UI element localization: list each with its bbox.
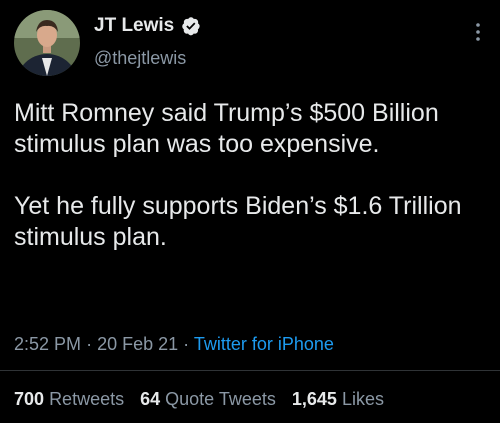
- tweet-text: Mitt Romney said Trump’s $500 Billion st…: [14, 98, 484, 253]
- display-name[interactable]: JT Lewis: [94, 14, 174, 38]
- retweets-label: Retweets: [49, 389, 125, 409]
- tweet-paragraph: Mitt Romney said Trump’s $500 Billion st…: [14, 99, 439, 158]
- tweet-meta: 2:52 PM · 20 Feb 21 · Twitter for iPhone: [14, 333, 334, 355]
- avatar-image: [14, 10, 80, 76]
- tweet-time[interactable]: 2:52 PM: [14, 334, 81, 354]
- likes-stat[interactable]: 1,645 Likes: [292, 388, 384, 410]
- more-options-icon[interactable]: [470, 22, 486, 42]
- avatar[interactable]: [14, 10, 80, 76]
- quote-tweets-label: Quote Tweets: [165, 389, 276, 409]
- verified-badge-icon: [181, 16, 201, 36]
- quote-tweets-stat[interactable]: 64 Quote Tweets: [140, 388, 276, 410]
- author-handle[interactable]: @thejtlewis: [94, 47, 186, 69]
- tweet-paragraph: Yet he fully supports Biden’s $1.6 Trill…: [14, 192, 462, 251]
- divider: [0, 370, 500, 371]
- tweet-stats: 700 Retweets 64 Quote Tweets 1,645 Likes: [14, 388, 384, 410]
- author-name-row[interactable]: JT Lewis: [94, 14, 201, 38]
- meta-separator: ·: [86, 334, 93, 354]
- quote-tweets-count: 64: [140, 389, 161, 409]
- likes-label: Likes: [341, 389, 384, 409]
- likes-count: 1,645: [291, 389, 337, 409]
- tweet-date[interactable]: 20 Feb 21: [97, 334, 178, 354]
- retweets-stat[interactable]: 700 Retweets: [14, 388, 124, 410]
- retweets-count: 700: [14, 389, 45, 409]
- meta-separator: ·: [183, 334, 190, 354]
- tweet-card: JT Lewis @thejtlewis Mitt Romney said Tr…: [0, 0, 500, 423]
- tweet-source-link[interactable]: Twitter for iPhone: [194, 334, 334, 354]
